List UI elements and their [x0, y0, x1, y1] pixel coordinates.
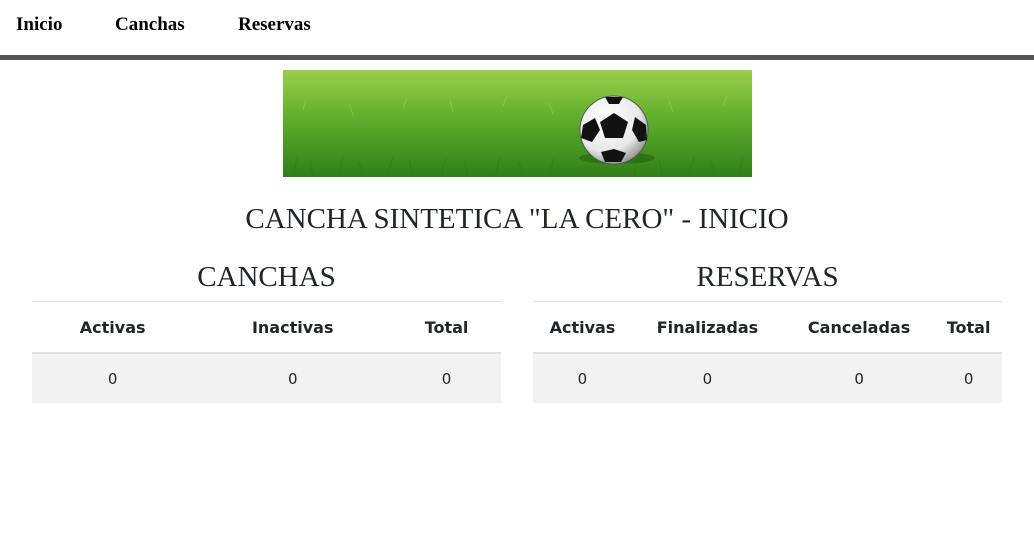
nav-link-reservas[interactable]: Reservas	[238, 14, 311, 36]
table-row: 0 0 0	[32, 353, 501, 403]
page-title: CANCHA SINTETICA "LA CERO" - INICIO	[245, 203, 789, 235]
table-cell: 0	[32, 353, 194, 403]
nav-link-canchas[interactable]: Canchas	[115, 14, 185, 36]
soccer-banner-image	[283, 70, 752, 177]
reservas-table: Activas Finalizadas Canceladas Total 0 0…	[533, 302, 1002, 403]
table-cell: 0	[533, 353, 632, 403]
table-cell: 0	[193, 353, 393, 403]
column-header: Activas	[533, 302, 632, 354]
column-header: Finalizadas	[631, 302, 783, 354]
table-cell: 0	[935, 353, 1002, 403]
table-cell: 0	[631, 353, 783, 403]
canchas-panel: CANCHAS Activas Inactivas Total 0 0 0	[32, 260, 501, 403]
column-header: Canceladas	[782, 302, 936, 354]
nav-link-inicio[interactable]: Inicio	[16, 14, 62, 36]
top-navigation: Inicio Canchas Reservas	[0, 0, 1034, 60]
column-header: Inactivas	[193, 302, 393, 354]
table-cell: 0	[782, 353, 936, 403]
canchas-heading: CANCHAS	[32, 260, 501, 302]
table-header-row: Activas Finalizadas Canceladas Total	[533, 302, 1002, 354]
table-header-row: Activas Inactivas Total	[32, 302, 501, 354]
column-header: Activas	[32, 302, 194, 354]
table-cell: 0	[392, 353, 501, 403]
soccer-ball-on-grass-icon	[283, 70, 752, 177]
reservas-heading: RESERVAS	[533, 260, 1002, 302]
reservas-panel: RESERVAS Activas Finalizadas Canceladas …	[533, 260, 1002, 403]
column-header: Total	[392, 302, 501, 354]
table-row: 0 0 0 0	[533, 353, 1002, 403]
column-header: Total	[935, 302, 1002, 354]
canchas-table: Activas Inactivas Total 0 0 0	[32, 302, 501, 403]
